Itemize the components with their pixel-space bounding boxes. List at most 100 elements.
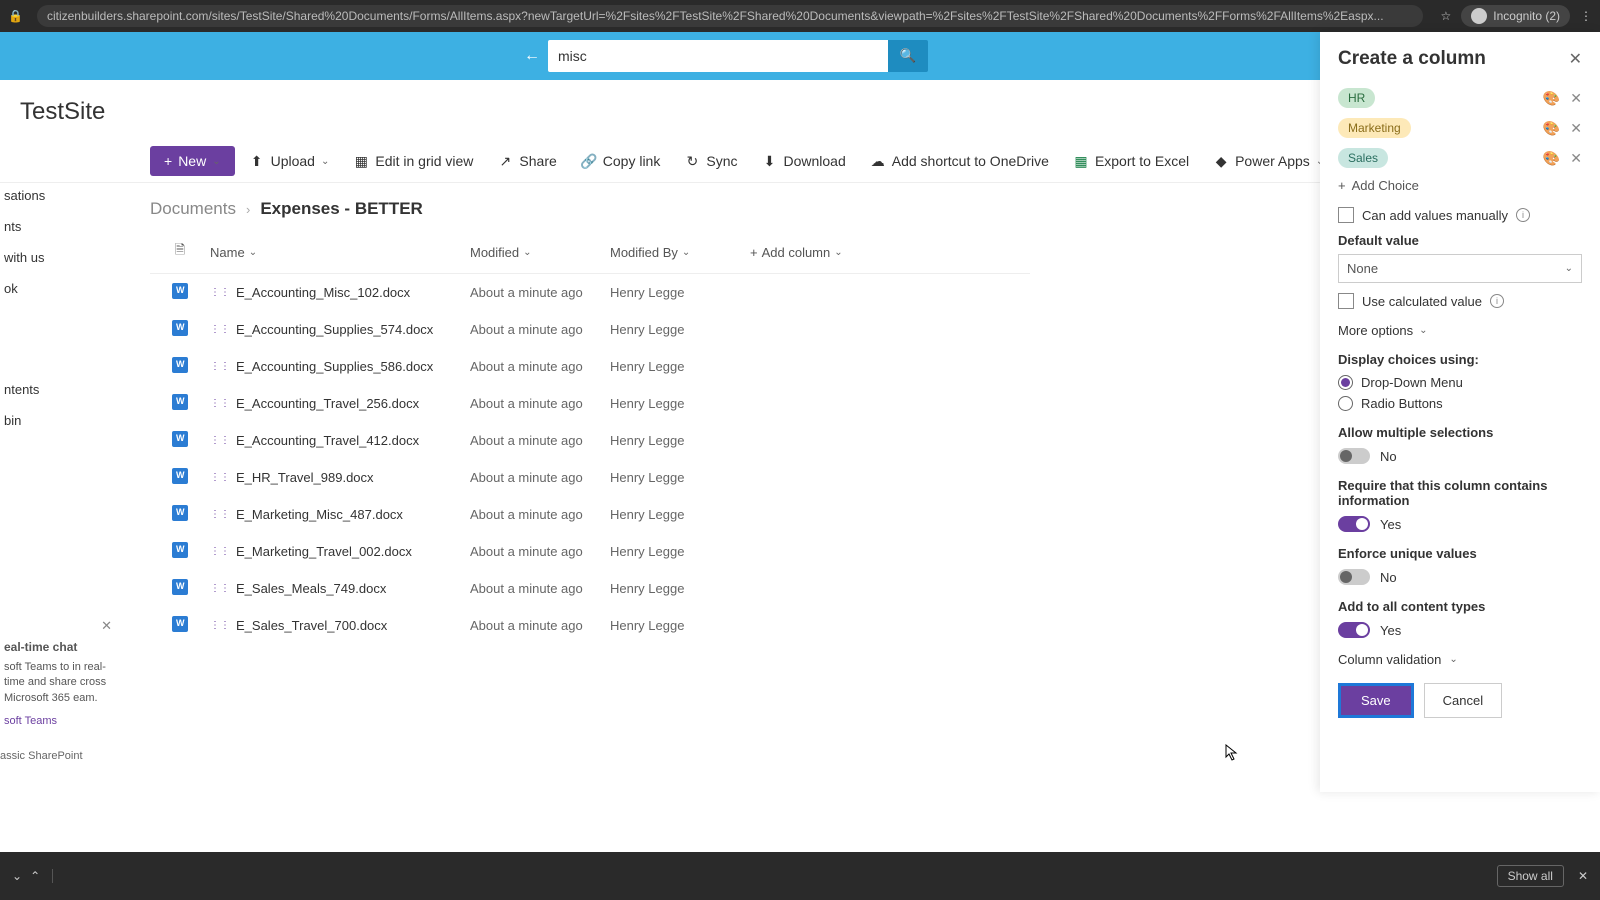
upload-button[interactable]: ⬆ Upload ⌄ [239, 147, 340, 175]
nav-item[interactable]: sations [0, 180, 120, 211]
dropdown-radio[interactable]: Drop-Down Menu [1338, 375, 1582, 390]
onedrive-icon: ☁ [870, 153, 886, 169]
close-icon[interactable]: ✕ [1569, 49, 1582, 69]
info-icon[interactable]: i [1516, 208, 1530, 222]
table-row[interactable]: ⋮⋮E_Accounting_Supplies_574.docx About a… [150, 311, 1030, 348]
excel-icon: ▦ [1073, 153, 1089, 169]
file-name[interactable]: E_Accounting_Supplies_586.docx [236, 359, 433, 374]
search-back-icon[interactable]: ← [516, 40, 548, 72]
use-calculated-checkbox[interactable]: Use calculated value i [1338, 293, 1582, 309]
remove-choice-icon[interactable]: ✕ [1570, 90, 1582, 107]
table-row[interactable]: ⋮⋮E_Accounting_Supplies_586.docx About a… [150, 348, 1030, 385]
modified-column-header[interactable]: Modified ⌄ [470, 245, 610, 260]
file-name[interactable]: E_Sales_Travel_700.docx [236, 618, 387, 633]
modified-by-cell[interactable]: Henry Legge [610, 396, 750, 411]
plus-icon: + [750, 245, 758, 260]
download-button[interactable]: ⬇ Download [751, 147, 855, 175]
file-name[interactable]: E_Accounting_Travel_256.docx [236, 396, 419, 411]
search-button[interactable]: 🔍 [888, 40, 928, 72]
shortcut-button[interactable]: ☁ Add shortcut to OneDrive [860, 147, 1059, 175]
teams-link[interactable]: soft Teams [4, 714, 111, 729]
modified-cell: About a minute ago [470, 396, 610, 411]
power-apps-button[interactable]: ◆ Power Apps ⌄ [1203, 147, 1334, 175]
file-name[interactable]: E_Accounting_Supplies_574.docx [236, 322, 433, 337]
remove-choice-icon[interactable]: ✕ [1570, 120, 1582, 137]
nav-item[interactable]: bin [0, 405, 120, 436]
nav-item[interactable]: ntents [0, 374, 120, 405]
share-button[interactable]: ↗ Share [487, 147, 566, 175]
close-icon[interactable]: ✕ [101, 618, 112, 634]
add-all-toggle[interactable] [1338, 622, 1370, 638]
bookmark-star-icon[interactable]: ☆ [1441, 9, 1452, 23]
nav-item[interactable]: ok [0, 273, 120, 304]
remove-choice-icon[interactable]: ✕ [1570, 150, 1582, 167]
file-name[interactable]: E_Marketing_Misc_487.docx [236, 507, 403, 522]
more-options-toggle[interactable]: More options ⌄ [1338, 323, 1582, 338]
add-choice-button[interactable]: + Add Choice [1338, 178, 1582, 193]
file-name[interactable]: E_Sales_Meals_749.docx [236, 581, 386, 596]
file-type-column-header[interactable]: 🗎 [150, 241, 210, 263]
copy-link-button[interactable]: 🔗 Copy link [571, 147, 671, 175]
modified-by-cell[interactable]: Henry Legge [610, 359, 750, 374]
name-column-header[interactable]: Name ⌄ [210, 245, 470, 260]
edit-grid-button[interactable]: ▦ Edit in grid view [343, 147, 483, 175]
new-button[interactable]: + New ⌄ [150, 146, 235, 176]
cancel-button[interactable]: Cancel [1424, 683, 1502, 718]
add-column-button[interactable]: + Add column ⌄ [750, 245, 870, 260]
palette-icon[interactable]: 🎨 [1543, 120, 1560, 137]
choice-pill[interactable]: Sales [1338, 148, 1388, 168]
require-label: Require that this column contains inform… [1338, 478, 1582, 508]
default-value-select[interactable]: None ⌄ [1338, 254, 1582, 283]
column-validation-toggle[interactable]: Column validation ⌄ [1338, 652, 1582, 667]
file-name[interactable]: E_Accounting_Misc_102.docx [236, 285, 410, 300]
table-row[interactable]: ⋮⋮E_HR_Travel_989.docx About a minute ag… [150, 459, 1030, 496]
table-row[interactable]: ⋮⋮E_Marketing_Travel_002.docx About a mi… [150, 533, 1030, 570]
modified-by-column-header[interactable]: Modified By ⌄ [610, 245, 750, 260]
require-toggle[interactable] [1338, 516, 1370, 532]
table-row[interactable]: ⋮⋮E_Accounting_Travel_256.docx About a m… [150, 385, 1030, 422]
teams-chat-promo: eal-time chat soft Teams to in real-time… [0, 635, 115, 733]
radio-icon [1338, 375, 1353, 390]
modified-by-cell[interactable]: Henry Legge [610, 618, 750, 633]
file-name[interactable]: E_Accounting_Travel_412.docx [236, 433, 419, 448]
breadcrumb-root[interactable]: Documents [150, 199, 236, 219]
choice-pill[interactable]: Marketing [1338, 118, 1411, 138]
table-row[interactable]: ⋮⋮E_Sales_Travel_700.docx About a minute… [150, 607, 1030, 644]
can-add-manually-checkbox[interactable]: Can add values manually i [1338, 207, 1582, 223]
chevron-up-icon[interactable]: ⌃ [30, 869, 40, 883]
table-row[interactable]: ⋮⋮E_Marketing_Misc_487.docx About a minu… [150, 496, 1030, 533]
table-row[interactable]: ⋮⋮E_Accounting_Misc_102.docx About a min… [150, 274, 1030, 311]
allow-multi-toggle[interactable] [1338, 448, 1370, 464]
modified-by-cell[interactable]: Henry Legge [610, 470, 750, 485]
browser-menu-icon[interactable]: ⋮ [1580, 9, 1592, 23]
modified-by-cell[interactable]: Henry Legge [610, 507, 750, 522]
modified-by-cell[interactable]: Henry Legge [610, 322, 750, 337]
file-name[interactable]: E_Marketing_Travel_002.docx [236, 544, 412, 559]
unique-toggle[interactable] [1338, 569, 1370, 585]
palette-icon[interactable]: 🎨 [1543, 90, 1560, 107]
incognito-badge[interactable]: Incognito (2) [1461, 5, 1570, 27]
nav-item[interactable]: nts [0, 211, 120, 242]
sync-button[interactable]: ↻ Sync [674, 147, 747, 175]
search-input[interactable] [548, 40, 888, 72]
nav-item[interactable]: with us [0, 242, 120, 273]
default-value-label: Default value [1338, 233, 1582, 248]
save-button[interactable]: Save [1338, 683, 1414, 718]
radio-buttons-radio[interactable]: Radio Buttons [1338, 396, 1582, 411]
modified-by-cell[interactable]: Henry Legge [610, 544, 750, 559]
show-all-button[interactable]: Show all [1497, 865, 1564, 887]
table-row[interactable]: ⋮⋮E_Sales_Meals_749.docx About a minute … [150, 570, 1030, 607]
table-row[interactable]: ⋮⋮E_Accounting_Travel_412.docx About a m… [150, 422, 1030, 459]
url-bar[interactable]: citizenbuilders.sharepoint.com/sites/Tes… [37, 5, 1423, 27]
choice-pill[interactable]: HR [1338, 88, 1375, 108]
modified-by-cell[interactable]: Henry Legge [610, 433, 750, 448]
palette-icon[interactable]: 🎨 [1543, 150, 1560, 167]
info-icon[interactable]: i [1490, 294, 1504, 308]
chevron-down-icon[interactable]: ⌄ [12, 869, 22, 883]
modified-by-cell[interactable]: Henry Legge [610, 285, 750, 300]
export-excel-button[interactable]: ▦ Export to Excel [1063, 147, 1199, 175]
modified-by-cell[interactable]: Henry Legge [610, 581, 750, 596]
close-icon[interactable]: ✕ [1578, 869, 1588, 883]
file-name[interactable]: E_HR_Travel_989.docx [236, 470, 374, 485]
classic-sharepoint-link[interactable]: assic SharePoint [0, 750, 83, 762]
